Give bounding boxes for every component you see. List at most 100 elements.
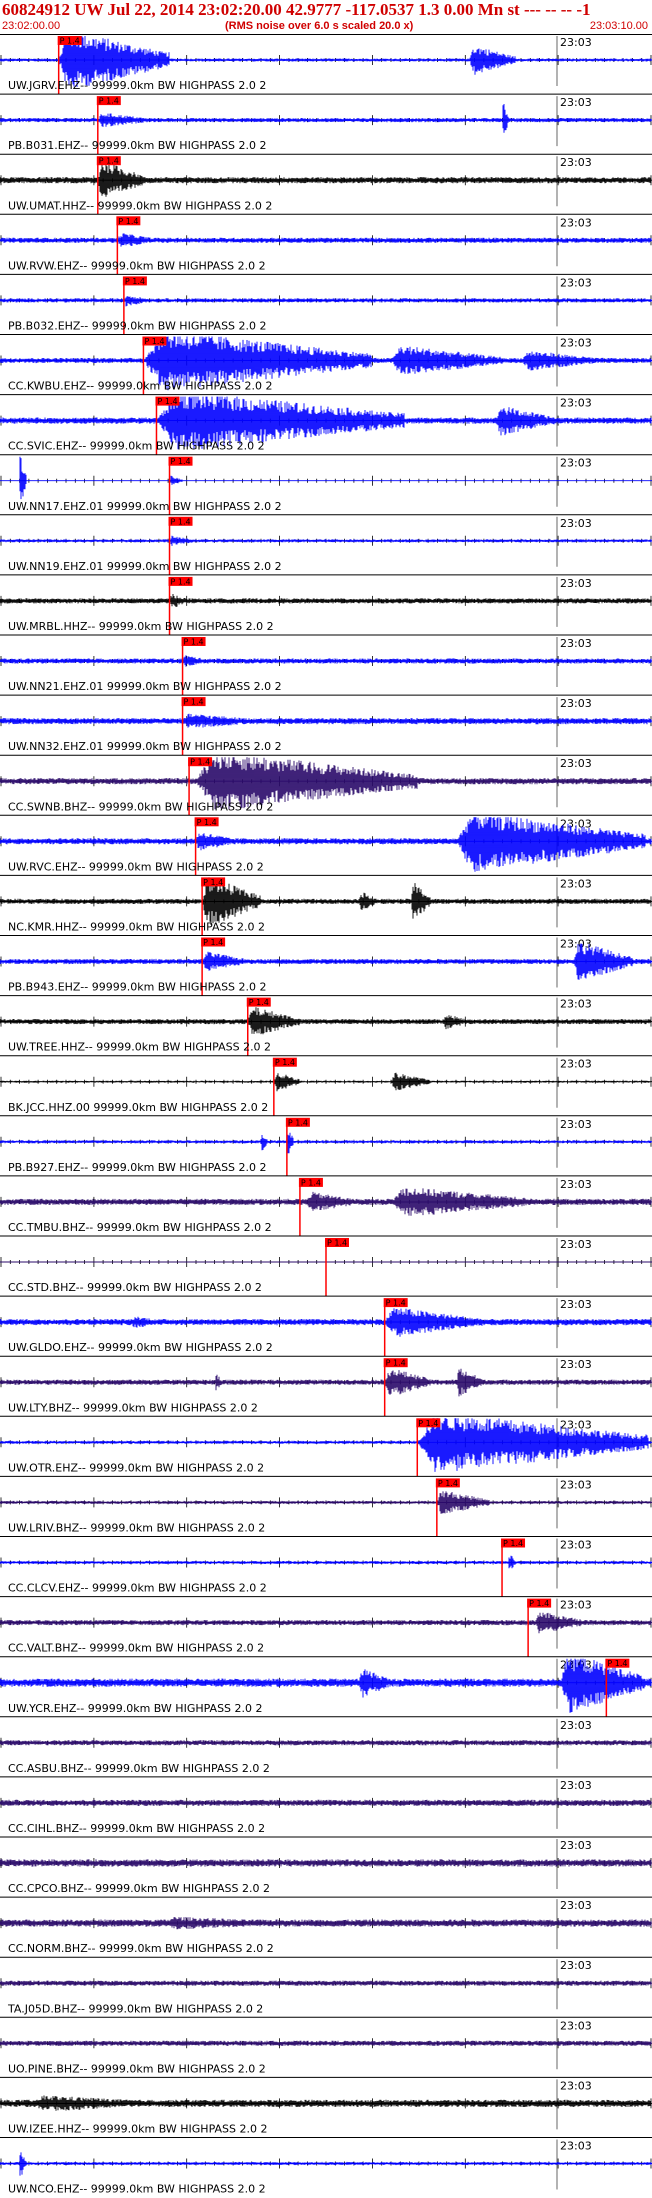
p-pick-label: P 1.4 — [607, 1659, 627, 1668]
minute-tick-label: 23:03 — [560, 1298, 592, 1311]
trace-row: 23:03 CC.CPCO.BHZ-- 99999.0km BW HIGHPASS… — [0, 1836, 652, 1895]
trace-row: 23:03 P 1.4 PB.B032.EHZ-- 99999.0km BW HIG… — [0, 273, 652, 335]
waveform — [0, 594, 652, 607]
waveform — [0, 2040, 652, 2046]
trace-row: 23:03 P 1.4 UW.NN32.EHZ.01 99999.0km BW HI… — [0, 694, 652, 756]
p-pick-label: P 1.4 — [327, 1239, 347, 1248]
trace-row: 23:03 P 1.4 CC.SVIC.EHZ-- 99999.0km BW HIG… — [0, 394, 652, 455]
minute-tick-label: 23:03 — [560, 877, 592, 890]
p-pick-label: P 1.4 — [203, 938, 223, 947]
station-label: CC.SVIC.EHZ-- 99999.0km BW HIGHPASS 2.0 … — [8, 440, 265, 453]
minute-tick-label: 23:03 — [560, 156, 592, 169]
trace-row: 23:03 P 1.4 UW.LRIV.BHZ-- 99999.0km BW HIG… — [0, 1475, 652, 1537]
trace-row: 23:03 P 1.4 CC.KWBU.EHZ-- 99999.0km BW HIG… — [0, 334, 652, 395]
station-label: PB.B031.EHZ-- 99999.0km BW HIGHPASS 2.0 … — [8, 139, 267, 152]
trace-row: 23:03 P 1.4 UW.JGRV.EHZ-- 99999.0km BW HIG… — [0, 34, 652, 95]
minute-tick-label: 23:03 — [560, 1539, 592, 1552]
trace-row: 23:03 UW.IZEE.HHZ-- 99999.0km BW HIGHPASS… — [0, 2076, 652, 2136]
station-label: UW.NCO.EHZ-- 99999.0km BW HIGHPASS 2.0 2 — [8, 2183, 266, 2196]
waveform — [0, 233, 652, 247]
minute-tick-label: 23:03 — [560, 697, 592, 710]
trace-row: 23:03 P 1.4 UW.NN21.EHZ.01 99999.0km BW HI… — [0, 634, 652, 696]
trace-row: 23:03 P 1.4 CC.TMBU.BHZ-- 99999.0km BW HIG… — [0, 1175, 652, 1236]
trace-row: 23:03 P 1.4 UW.NN17.EHZ.01 99999.0km BW HI… — [0, 454, 652, 515]
minute-tick-label: 23:03 — [560, 1959, 592, 1972]
minute-tick-label: 23:03 — [560, 457, 592, 470]
waveform — [0, 1188, 652, 1216]
station-label: UW.NN19.EHZ.01 99999.0km BW HIGHPASS 2.0… — [8, 560, 282, 573]
minute-tick-label: 23:03 — [560, 2019, 592, 2032]
waveform — [0, 713, 652, 728]
station-label: CC.VALT.BHZ-- 99999.0km BW HIGHPASS 2.0 … — [8, 1642, 264, 1655]
station-label: UW.UMAT.HHZ-- 99999.0km BW HIGHPASS 2.0 … — [8, 199, 272, 212]
station-label: UW.LTY.BHZ-- 99999.0km BW HIGHPASS 2.0 2 — [8, 1401, 258, 1414]
station-label: CC.CLCV.EHZ-- 99999.0km BW HIGHPASS 2.0 … — [8, 1582, 267, 1595]
station-label: UW.RVC.EHZ-- 99999.0km BW HIGHPASS 2.0 2 — [8, 860, 264, 873]
minute-tick-label: 23:03 — [560, 1779, 592, 1792]
station-label: UW.IZEE.HHZ-- 99999.0km BW HIGHPASS 2.0 … — [8, 2123, 267, 2136]
station-label: UW.NN21.EHZ.01 99999.0km BW HIGHPASS 2.0… — [8, 680, 282, 693]
trace-row: 23:03 P 1.4 PB.B031.EHZ-- 99999.0km BW HIG… — [0, 93, 652, 155]
station-label: UW.YCR.EHZ-- 99999.0km BW HIGHPASS 2.0 2 — [8, 1702, 263, 1715]
trace-row: 23:03P 1.4UW.RVC.EHZ-- 99999.0km BW HIGH… — [0, 814, 652, 876]
minute-tick-label: 23:03 — [560, 938, 592, 951]
trace-row: 23:03 CC.CIHL.BHZ-- 99999.0km BW HIGHPASS… — [0, 1776, 652, 1835]
p-pick-label: P 1.4 — [301, 1178, 321, 1187]
p-pick-label: P 1.4 — [197, 818, 217, 827]
trace-row: 23:03 P 1.4 CC.CLCV.EHZ-- 99999.0km BW HIG… — [0, 1536, 652, 1597]
p-pick-label: P 1.4 — [157, 397, 177, 406]
p-pick-label: P 1.4 — [118, 217, 138, 226]
trace-row: 23:03 P 1.4UW.YCR.EHZ-- 99999.0km BW HIGH… — [0, 1656, 652, 1717]
trace-row: 23:03 UO.PINE.BHZ-- 99999.0km BW HIGHPASS… — [0, 2016, 652, 2075]
p-pick-label: P 1.4 — [99, 157, 119, 166]
waveform — [0, 943, 652, 980]
station-label: UW.LRIV.BHZ-- 99999.0km BW HIGHPASS 2.0 … — [8, 1522, 265, 1535]
station-label: CC.CIHL.BHZ-- 99999.0km BW HIGHPASS 2.0 … — [8, 1822, 265, 1835]
waveform — [0, 877, 652, 925]
station-label: PB.B032.EHZ-- 99999.0km BW HIGHPASS 2.0 … — [8, 320, 267, 333]
p-pick-label: P 1.4 — [529, 1599, 549, 1608]
trace-row: 23:03 P 1.4 PB.B927.EHZ-- 99999.0km BW HIG… — [0, 1115, 652, 1176]
p-pick-label: P 1.4 — [60, 37, 80, 46]
scaling-note: (RMS noise over 6.0 s scaled 20.0 x) — [225, 20, 414, 32]
waveform — [0, 1491, 652, 1514]
p-pick-label: P 1.4 — [503, 1539, 523, 1548]
station-label: UO.PINE.BHZ-- 99999.0km BW HIGHPASS 2.0 … — [8, 2062, 266, 2075]
station-label: TA.J05D.BHZ-- 99999.0km BW HIGHPASS 2.0 … — [7, 2002, 263, 2015]
p-pick-label: P 1.4 — [99, 97, 119, 106]
trace-row: 23:03 P 1.4 UW.TREE.HHZ-- 99999.0km BW HIG… — [0, 995, 652, 1056]
waveform — [0, 2152, 652, 2176]
station-label: UW.JGRV.EHZ-- 99999.0km BW HIGHPASS 2.0 … — [8, 79, 266, 92]
station-label: UW.NN17.EHZ.01 99999.0km BW HIGHPASS 2.0… — [8, 500, 282, 513]
trace-row: 23:03 P 1.4 UW.NN19.EHZ.01 99999.0km BW HI… — [0, 514, 652, 575]
waveform — [0, 1368, 652, 1397]
p-pick-label: P 1.4 — [184, 638, 204, 647]
station-label: PB.B927.EHZ-- 99999.0km BW HIGHPASS 2.0 … — [8, 1161, 267, 1174]
p-pick-label: P 1.4 — [386, 1359, 406, 1368]
trace-row: 23:03 CC.ASBU.BHZ-- 99999.0km BW HIGHPASS… — [0, 1716, 652, 1775]
minute-tick-label: 23:03 — [560, 1599, 592, 1612]
minute-tick-label: 23:03 — [560, 276, 592, 289]
station-label: CC.ASBU.BHZ-- 99999.0km BW HIGHPASS 2.0 … — [8, 1762, 270, 1775]
p-pick-label: P 1.4 — [203, 878, 223, 887]
seismogram-plot: 23:03 P 1.4 UW.JGRV.EHZ-- 99999.0km BW HIG… — [0, 34, 652, 2196]
minute-tick-label: 23:03 — [560, 1478, 592, 1491]
minute-tick-label: 23:03 — [560, 1118, 592, 1131]
station-label: CC.TMBU.BHZ-- 99999.0km BW HIGHPASS 2.0 … — [8, 1221, 272, 1234]
station-label: CC.STD.BHZ-- 99999.0km BW HIGHPASS 2.0 2 — [8, 1281, 262, 1294]
trace-row: 23:03 P 1.4 UW.MRBL.HHZ-- 99999.0km BW HIG… — [0, 574, 652, 635]
p-pick-label: P 1.4 — [171, 577, 191, 586]
minute-tick-label: 23:03 — [560, 577, 592, 590]
minute-tick-label: 23:03 — [560, 2079, 592, 2092]
waveform — [0, 655, 652, 667]
minute-tick-label: 23:03 — [560, 1719, 592, 1732]
trace-row: 23:03 TA.J05D.BHZ-- 99999.0km BW HIGHPASS… — [0, 1956, 652, 2015]
trace-row: 23:03 P 1.4 UW.LTY.BHZ-- 99999.0km BW HIGH… — [0, 1355, 652, 1417]
minute-tick-label: 23:03 — [560, 1058, 592, 1071]
station-label: UW.NN32.EHZ.01 99999.0km BW HIGHPASS 2.0… — [8, 740, 282, 753]
trace-row: 23:03 P 1.4 CC.SWNB.BHZ-- 99999.0km BW HIG… — [0, 754, 652, 816]
waveform — [0, 456, 652, 500]
waveform — [0, 535, 652, 546]
waveform — [0, 1799, 652, 1806]
trace-row: 23:03 P 1.4 CC.STD.BHZ-- 99999.0km BW HIGH… — [0, 1235, 652, 1297]
